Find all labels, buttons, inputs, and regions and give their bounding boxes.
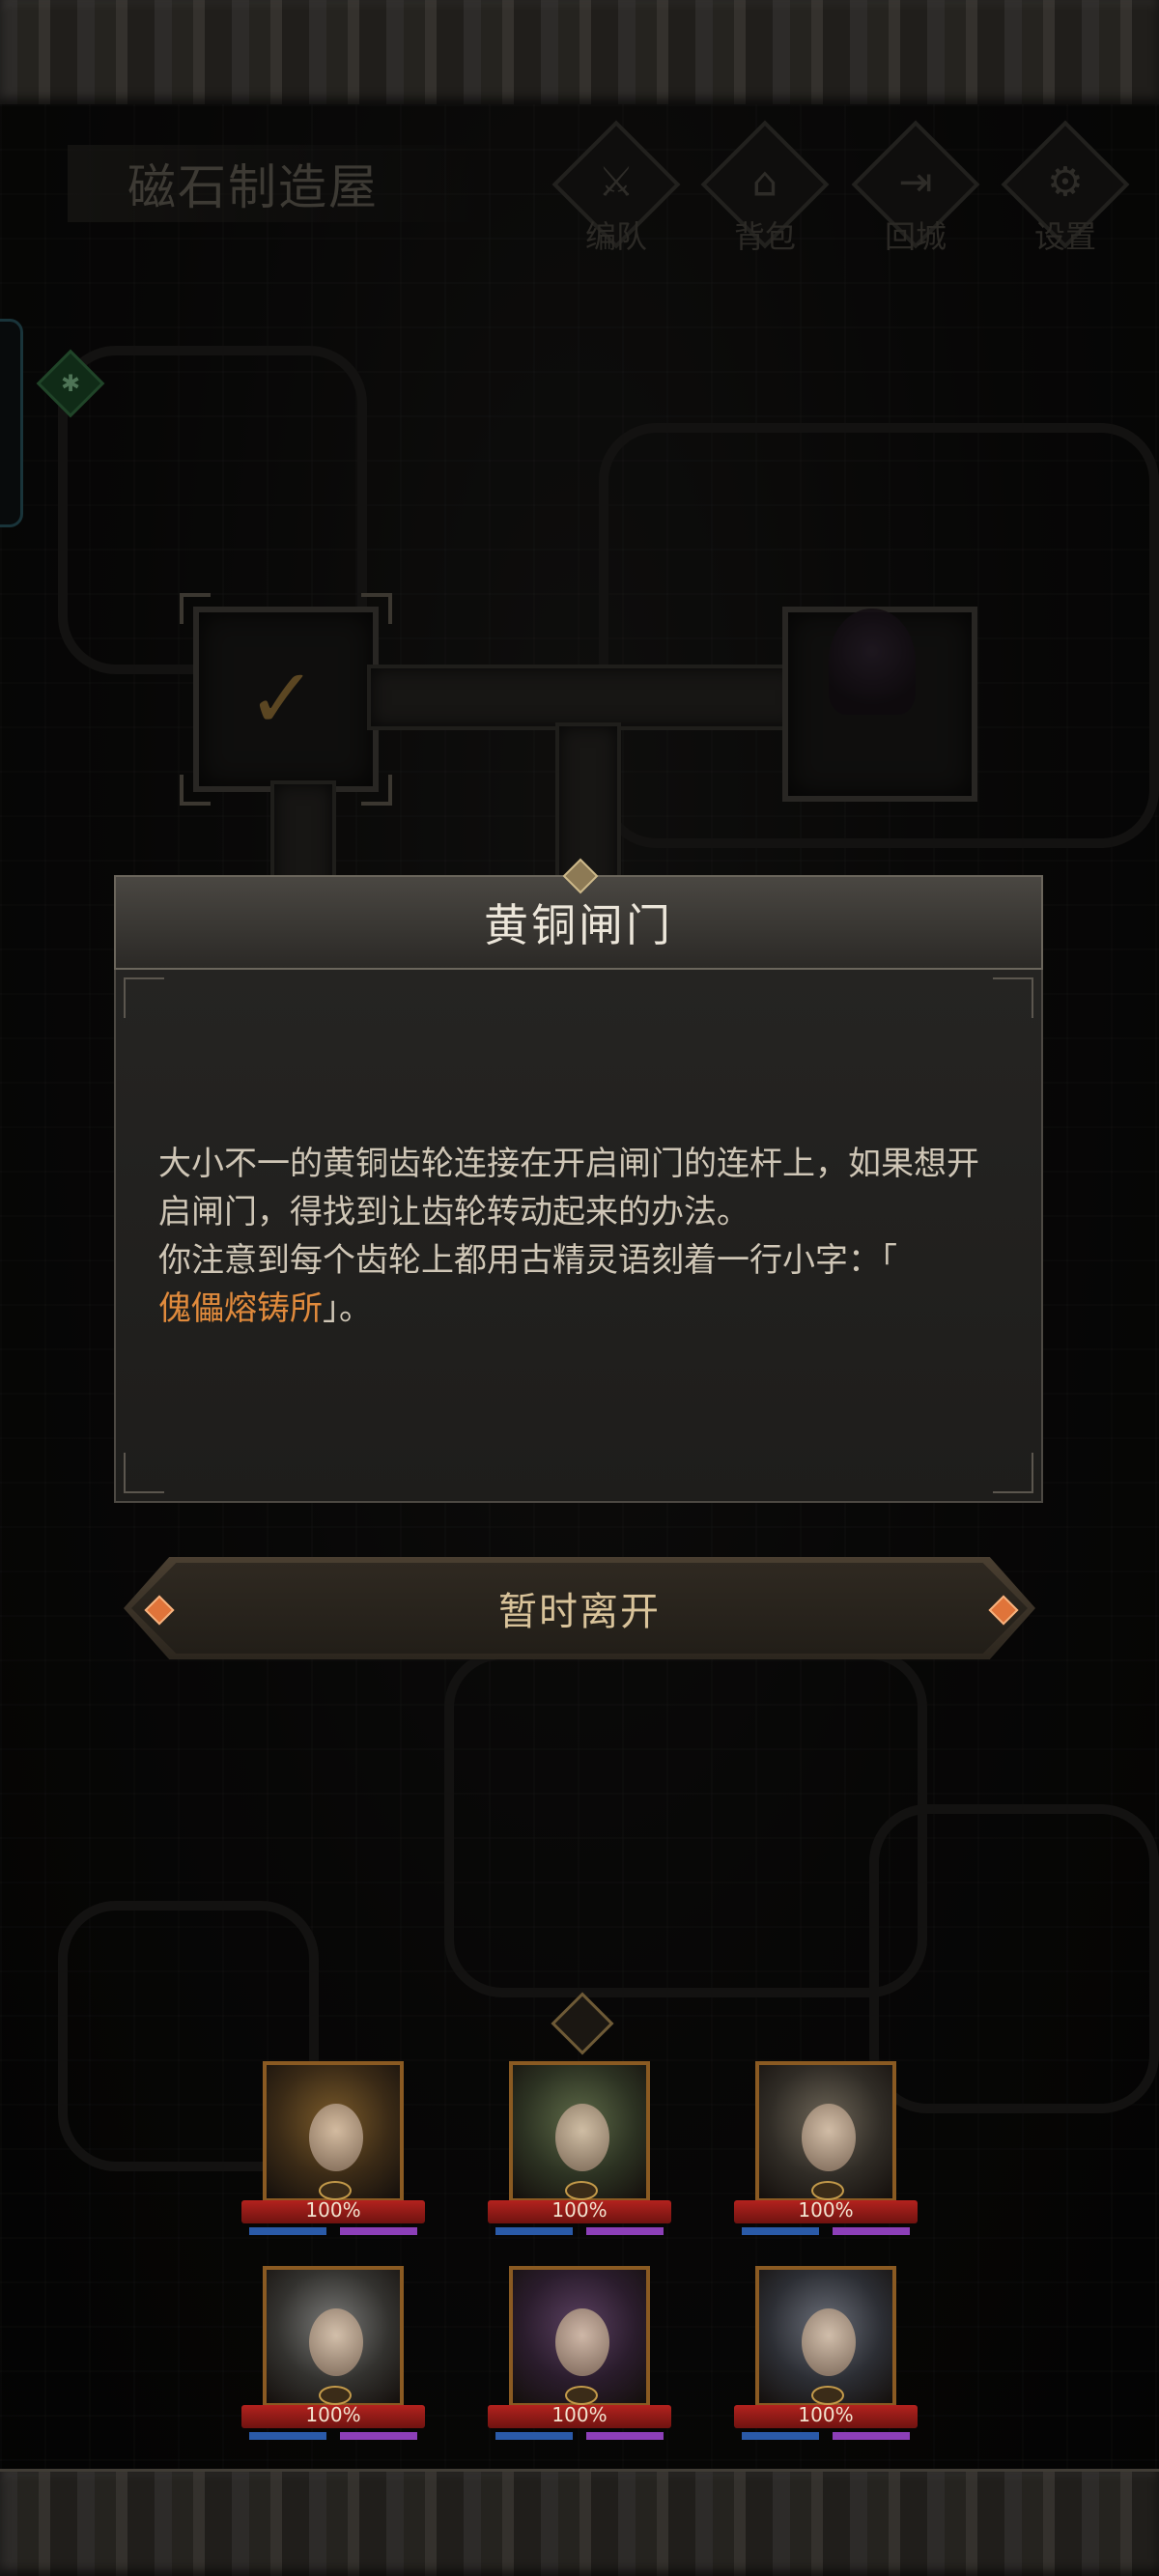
energy-bar — [340, 2227, 417, 2235]
energy-bar — [833, 2227, 910, 2235]
hero-face — [555, 2308, 609, 2376]
dialog-line-3: 」。 — [323, 1289, 372, 1328]
event-dialog: 黄铜闸门 大小不一的黄铜齿轮连接在开启闸门的连杆上，如果想开启闸门，得找到让齿轮… — [114, 858, 1043, 1503]
leave-button[interactable]: 暂时离开 — [124, 1557, 1035, 1659]
hero-ornament-icon — [319, 2386, 352, 2405]
hero-slot-1[interactable]: 100% — [241, 2061, 425, 2245]
top-stone-frame — [0, 0, 1159, 107]
energy-bar — [833, 2432, 910, 2440]
hp-text: 100% — [798, 2198, 854, 2222]
energy-bar — [586, 2227, 664, 2235]
hero-ornament-icon — [319, 2181, 352, 2200]
hero-slot-2[interactable]: 100% — [488, 2061, 671, 2245]
hero-slot-3[interactable]: 100% — [734, 2061, 918, 2245]
hero-slot-4[interactable]: 100% — [241, 2266, 425, 2449]
energy-bar — [340, 2432, 417, 2440]
bottom-stone-frame — [0, 2469, 1159, 2576]
dialog-description: 大小不一的黄铜齿轮连接在开启闸门的连杆上，如果想开启闸门，得找到让齿轮转动起来的… — [158, 1140, 1008, 1333]
mana-bar — [249, 2227, 326, 2235]
hero-ornament-icon — [565, 2181, 598, 2200]
energy-bar — [586, 2432, 664, 2440]
hero-ornament-icon — [565, 2386, 598, 2405]
hero-face — [309, 2308, 363, 2376]
ornament-corner — [993, 1453, 1033, 1493]
dialog-title: 黄铜闸门 — [484, 899, 673, 951]
hero-face — [309, 2104, 363, 2171]
dialog-highlight-location[interactable]: 傀儡熔铸所 — [158, 1289, 323, 1328]
hero-slot-5[interactable]: 100% — [488, 2266, 671, 2449]
hp-text: 100% — [305, 2198, 361, 2222]
mana-bar — [742, 2432, 819, 2440]
hp-text: 100% — [551, 2198, 608, 2222]
dialog-line-2: 你注意到每个齿轮上都用古精灵语刻着一行小字：「 — [158, 1241, 897, 1280]
hero-slot-6[interactable]: 100% — [734, 2266, 918, 2449]
mana-bar — [495, 2432, 573, 2440]
ornament-corner — [124, 977, 164, 1018]
hero-face — [555, 2104, 609, 2171]
hp-text: 100% — [798, 2403, 854, 2426]
mana-bar — [495, 2227, 573, 2235]
ornament-corner — [993, 977, 1033, 1018]
hp-text: 100% — [305, 2403, 361, 2426]
leave-button-label: 暂时离开 — [498, 1590, 661, 1634]
hp-text: 100% — [551, 2403, 608, 2426]
hero-face — [802, 2308, 856, 2376]
dialog-header: 黄铜闸门 — [114, 858, 1043, 970]
hero-ornament-icon — [811, 2386, 844, 2405]
hero-face — [802, 2104, 856, 2171]
ornament-corner — [124, 1453, 164, 1493]
dialog-line-1: 大小不一的黄铜齿轮连接在开启闸门的连杆上，如果想开启闸门，得找到让齿轮转动起来的… — [158, 1145, 979, 1231]
mana-bar — [742, 2227, 819, 2235]
mana-bar — [249, 2432, 326, 2440]
hero-ornament-icon — [811, 2181, 844, 2200]
